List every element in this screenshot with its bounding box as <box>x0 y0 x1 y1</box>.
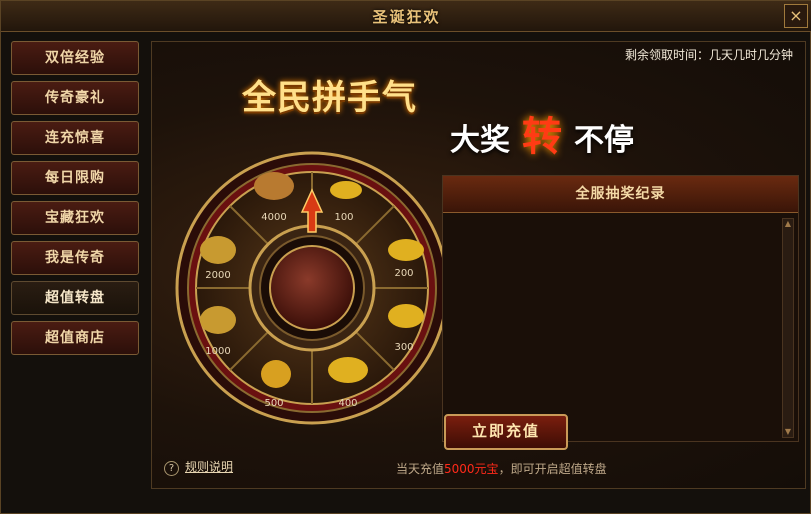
money-bag-icon <box>261 360 291 388</box>
window-title: 圣诞狂欢 <box>372 8 441 26</box>
sidebar-item-i-am-legend[interactable]: 我是传奇 <box>11 241 139 275</box>
segment-value: 200 <box>394 268 413 279</box>
prize-banner: 大奖转不停 <box>450 104 634 162</box>
remaining-time-text: 剩余领取时间：几天几时几分钟 <box>624 48 793 62</box>
sidebar-item-label: 传奇豪礼 <box>45 90 105 106</box>
banner-big-char: 转 <box>522 114 562 160</box>
sidebar-item-daily-limit[interactable]: 每日限购 <box>11 161 139 195</box>
scroll-down-icon[interactable]: ▼ <box>783 427 793 437</box>
headline-title: 全民拼手气 <box>242 78 417 118</box>
sidebar-item-label: 连充惊喜 <box>45 130 105 146</box>
scroll-up-icon[interactable]: ▲ <box>783 219 793 229</box>
sidebar-item-recharge-surprise[interactable]: 连充惊喜 <box>11 121 139 155</box>
segment-value: 400 <box>338 398 357 409</box>
sidebar-item-value-wheel[interactable]: 超值转盘 <box>11 281 139 315</box>
segment-value: 2000 <box>205 270 230 281</box>
sidebar-item-label: 宝藏狂欢 <box>45 210 105 226</box>
sidebar-item-label: 双倍经验 <box>45 50 105 66</box>
gold-ingots-icon <box>328 357 368 383</box>
lottery-wheel: 4000 100 200 300 400 500 1000 2000 <box>175 151 449 425</box>
draw-records-panel: 全服抽奖纪录 ▲ ▼ <box>442 175 799 442</box>
segment-value: 100 <box>334 212 353 223</box>
notice-post: ，即可开启超值转盘 <box>498 462 607 476</box>
segment-value: 1000 <box>205 346 230 357</box>
banner-pre: 大奖 <box>450 123 510 158</box>
notice-pre: 当天充值 <box>396 462 445 476</box>
rules-link[interactable]: 规则说明 <box>185 460 233 474</box>
treasure-bag-icon <box>200 306 236 334</box>
sidebar-item-label: 超值转盘 <box>45 290 105 306</box>
sidebar-item-value-shop[interactable]: 超值商店 <box>11 321 139 355</box>
treasure-bag-icon <box>254 172 294 200</box>
main-panel: 剩余领取时间：几天几时几分钟 全民拼手气 大奖转不停 4000 100 200 … <box>151 41 806 489</box>
event-window: 圣诞狂欢 × 双倍经验 传奇豪礼 连充惊喜 每日限购 宝藏狂欢 我是传奇 超值转… <box>0 0 811 514</box>
gold-ingots-icon <box>388 304 424 328</box>
sidebar-item-treasure[interactable]: 宝藏狂欢 <box>11 201 139 235</box>
treasure-bag-icon <box>200 236 236 264</box>
spin-button[interactable] <box>269 245 355 331</box>
close-button[interactable]: × <box>784 4 808 28</box>
records-title: 全服抽奖纪录 <box>443 176 798 213</box>
rules-area: ? 规则说明 <box>164 458 233 476</box>
banner-post: 不停 <box>574 123 634 158</box>
recharge-button[interactable]: 立即充值 <box>444 414 568 450</box>
segment-value: 500 <box>264 398 283 409</box>
sidebar-item-label: 每日限购 <box>45 170 105 186</box>
sidebar-item-label: 我是传奇 <box>45 250 105 266</box>
sidebar: 双倍经验 传奇豪礼 连充惊喜 每日限购 宝藏狂欢 我是传奇 超值转盘 超值商店 <box>11 41 141 481</box>
gold-ingot-icon <box>330 181 362 199</box>
segment-2000: 2000 <box>200 236 236 281</box>
sidebar-item-double-exp[interactable]: 双倍经验 <box>11 41 139 75</box>
segment-value: 300 <box>394 342 413 353</box>
help-icon[interactable]: ? <box>164 461 179 476</box>
gold-ingots-icon <box>388 239 424 261</box>
sidebar-item-legend-gift[interactable]: 传奇豪礼 <box>11 81 139 115</box>
notice-highlight: 5000元宝 <box>444 462 499 476</box>
recharge-notice: 当天充值5000元宝，即可开启超值转盘 <box>396 460 607 477</box>
records-scrollbar[interactable]: ▲ ▼ <box>782 218 794 438</box>
segment-value: 4000 <box>261 212 286 223</box>
title-bar: 圣诞狂欢 × <box>1 1 811 32</box>
sidebar-item-label: 超值商店 <box>45 330 105 346</box>
